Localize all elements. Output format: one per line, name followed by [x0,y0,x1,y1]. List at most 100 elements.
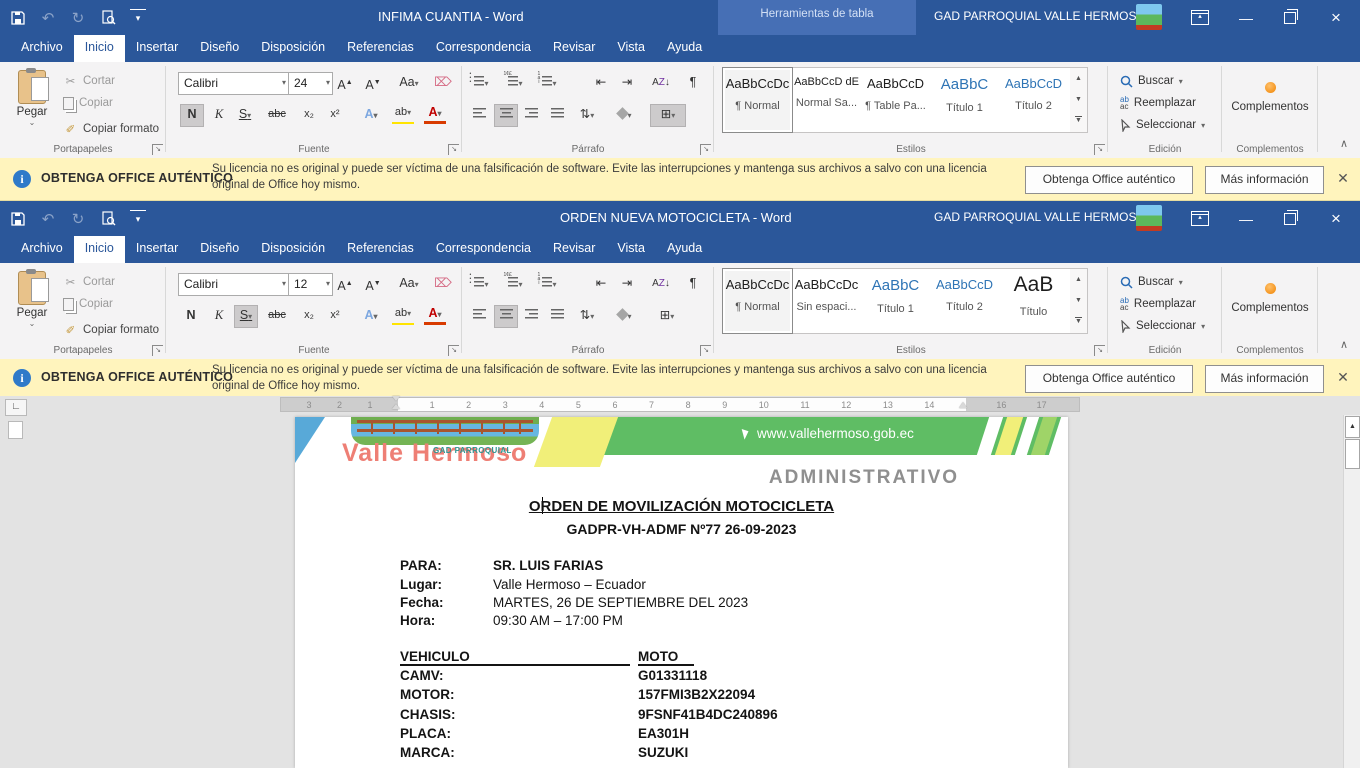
ribbon-tab[interactable]: Inicio [74,35,125,62]
bullets-button[interactable]: ▾ [468,72,490,93]
italic-button[interactable]: K [208,104,230,125]
select-button[interactable]: Seleccionar▾ [1120,114,1205,136]
font-size-select[interactable]: 24▾ [288,72,333,95]
title-bar[interactable]: ↶ ↻ ▾ INFIMA CUANTIA - Word Herramientas… [0,0,1360,35]
align-center-button[interactable] [494,305,518,328]
clipboard-dialog-launcher[interactable]: ↘ [152,345,163,356]
ribbon-tab[interactable]: Ayuda [656,35,713,62]
styles-dialog-launcher[interactable]: ↘ [1094,345,1105,356]
ribbon-display-options-button[interactable]: ▴ [1178,201,1222,236]
style-titulo[interactable]: AaBTítulo [999,269,1068,333]
font-dialog-launcher[interactable]: ↘ [448,345,459,356]
format-painter-button[interactable]: ✐Copiar formato [63,118,159,140]
style-titulo-2[interactable]: AaBbCcDTítulo 2 [999,68,1068,132]
redo-icon[interactable]: ↻ [70,211,86,227]
align-right-button[interactable] [520,104,542,125]
superscript-button[interactable]: x² [324,305,346,326]
style-normal[interactable]: AaBbCcDc¶ Normal [723,269,792,333]
bold-button[interactable]: N [180,305,202,326]
minimize-button[interactable]: — [1224,0,1268,35]
format-painter-button[interactable]: ✐Copiar formato [63,319,159,341]
justify-button[interactable] [546,104,568,125]
ribbon-tab[interactable]: Referencias [336,236,425,263]
ribbon-tab[interactable]: Vista [606,35,656,62]
paragraph-dialog-launcher[interactable]: ↘ [700,144,711,155]
ribbon-tab[interactable]: Archivo [10,35,74,62]
collapse-ribbon-button[interactable]: ∧ [1340,137,1348,150]
font-size-select[interactable]: 12▾ [288,273,333,296]
paste-button[interactable]: Pegar⌄ [5,269,59,349]
shading-button[interactable]: ▾ [614,305,636,326]
subscript-button[interactable]: x₂ [298,305,320,326]
ribbon-tab[interactable]: Referencias [336,35,425,62]
styles-gallery-scroll[interactable]: ▲▼▼ [1070,268,1088,334]
shading-button[interactable]: ▾ [614,104,636,125]
account-avatar[interactable] [1136,4,1162,30]
numbering-button[interactable]: ▾ [502,273,524,294]
change-case-button[interactable]: Aa▾ [394,72,424,93]
replace-button[interactable]: abacReemplazar [1120,92,1205,114]
clipboard-dialog-launcher[interactable]: ↘ [152,144,163,155]
style-titulo-1[interactable]: AaBbCTítulo 1 [861,269,930,333]
align-left-button[interactable] [468,305,490,326]
left-indent-marker[interactable] [392,396,401,409]
style-sin-espaciado[interactable]: AaBbCcDcSin espaci... [792,269,861,333]
numbering-button[interactable]: ▾ [502,72,524,93]
restore-button[interactable] [1268,201,1312,236]
collapse-ribbon-button[interactable]: ∧ [1340,338,1348,351]
show-marks-button[interactable]: ¶ [682,72,704,93]
ribbon-tab[interactable]: Vista [606,236,656,263]
align-center-button[interactable] [494,104,518,127]
replace-button[interactable]: abacReemplazar [1120,293,1205,315]
copy-button[interactable]: Copiar [63,92,159,114]
strikethrough-button[interactable]: abc [266,104,288,125]
sort-button[interactable]: AZ↓ [650,72,672,93]
font-color-button[interactable]: A▾ [424,104,446,124]
banner-close-icon[interactable]: ✕ [1334,369,1352,386]
document-page[interactable]: Valle Hermoso GAD PARROQUIAL www.vallehe… [295,417,1068,768]
style-normal[interactable]: AaBbCcDc¶ Normal [723,68,792,132]
scrollbar-thumb[interactable] [1345,439,1360,469]
cut-button[interactable]: ✂Cortar [63,70,159,92]
grow-font-button[interactable]: A▲ [334,273,356,294]
style-normal-sa[interactable]: AaBbCcD dENormal Sa... [792,68,861,132]
vertical-scrollbar[interactable]: ▲ [1343,415,1360,768]
get-genuine-office-button[interactable]: Obtenga Office auténtico [1025,365,1193,393]
get-genuine-office-button[interactable]: Obtenga Office auténtico [1025,166,1193,194]
scroll-up-icon[interactable]: ▲ [1345,416,1360,438]
account-name[interactable]: GAD PARROQUIAL VALLE HERMOSO [934,9,1146,23]
ribbon-tab[interactable]: Revisar [542,236,606,263]
text-effects-button[interactable]: A▾ [360,305,382,326]
borders-button[interactable]: ⊞▾ [650,305,684,326]
style-titulo-1[interactable]: AaBbCTítulo 1 [930,68,999,132]
find-button[interactable]: Buscar▾ [1120,70,1205,92]
shrink-font-button[interactable]: A▼ [362,273,384,294]
styles-dialog-launcher[interactable]: ↘ [1094,144,1105,155]
banner-close-icon[interactable]: ✕ [1334,170,1352,187]
change-case-button[interactable]: Aa▾ [394,273,424,294]
increase-indent-button[interactable]: ⇥ [616,273,638,294]
save-icon[interactable] [10,10,26,26]
clear-formatting-button[interactable]: ⌦ [432,273,454,294]
cut-button[interactable]: ✂Cortar [63,271,159,293]
style-titulo-2[interactable]: AaBbCcDTítulo 2 [930,269,999,333]
account-avatar[interactable] [1136,205,1162,231]
undo-icon[interactable]: ↶ [40,211,56,227]
decrease-indent-button[interactable]: ⇤ [590,72,612,93]
right-indent-marker[interactable] [959,402,967,408]
grow-font-button[interactable]: A▲ [334,72,356,93]
ribbon-tab[interactable]: Inicio [74,236,125,263]
style-table-pa[interactable]: AaBbCcD¶ Table Pa... [861,68,930,132]
line-spacing-button[interactable]: ⇅▾ [576,305,598,326]
bold-button[interactable]: N [180,104,204,127]
ribbon-tab[interactable]: Revisar [542,35,606,62]
customize-qat-icon[interactable]: ▾ [130,210,146,228]
minimize-button[interactable]: — [1224,201,1268,236]
italic-button[interactable]: K [208,305,230,326]
print-preview-icon[interactable] [100,211,116,227]
font-name-select[interactable]: Calibri▾ [178,72,289,95]
superscript-button[interactable]: x² [324,104,346,125]
align-left-button[interactable] [468,104,490,125]
styles-gallery-scroll[interactable]: ▲▼▼ [1070,67,1088,133]
select-button[interactable]: Seleccionar▾ [1120,315,1205,337]
